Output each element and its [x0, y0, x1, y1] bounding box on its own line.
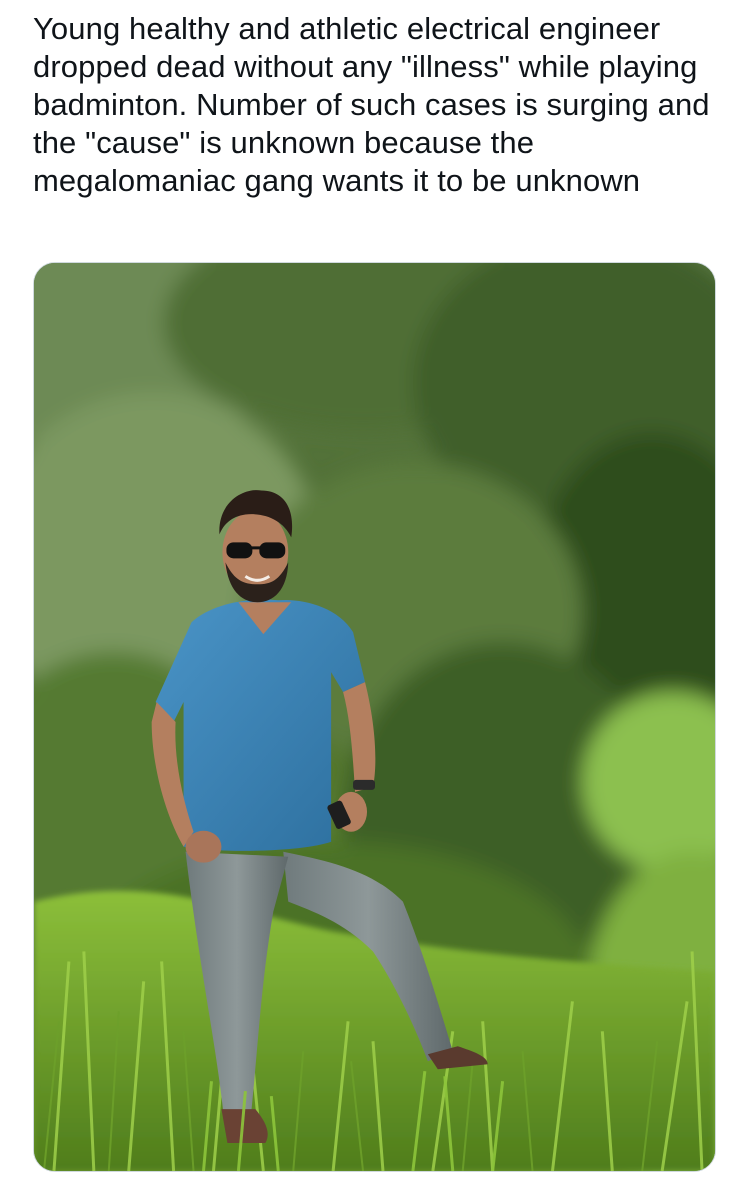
post: Young healthy and athletic electrical en…: [0, 0, 750, 1195]
post-photo[interactable]: [33, 262, 716, 1172]
post-text: Young healthy and athletic electrical en…: [33, 11, 710, 198]
photo-illustration: [34, 263, 715, 1171]
